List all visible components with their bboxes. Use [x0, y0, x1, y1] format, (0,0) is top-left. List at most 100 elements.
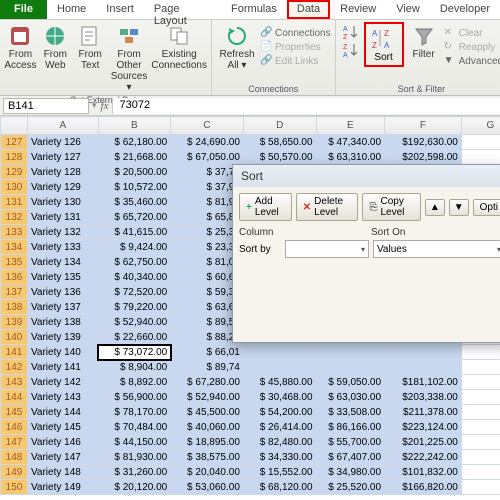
clear-button: ✕Clear: [444, 26, 500, 40]
table-row[interactable]: 143Variety 142$ 8,892.00$ 67,280.00$ 45,…: [1, 375, 500, 390]
sort-icon: AZZA: [370, 26, 398, 52]
clear-icon: ✕: [444, 27, 456, 39]
column-headers[interactable]: ABCDEFG: [1, 117, 500, 135]
name-box[interactable]: B141: [3, 98, 89, 114]
editlinks-button: 🔗Edit Links: [260, 54, 331, 68]
properties-button: 📄Properties: [260, 40, 331, 54]
table-row[interactable]: 148Variety 147$ 81,930.00$ 38,575.00$ 34…: [1, 450, 500, 465]
add-level-button[interactable]: +Add Level: [239, 193, 292, 221]
other-sources-icon: [117, 24, 141, 48]
sort-desc-button[interactable]: ZA: [342, 42, 360, 58]
copy-icon: ⎘: [369, 202, 377, 213]
dialog-title: Sort: [233, 165, 500, 187]
editlinks-label: Edit Links: [275, 56, 318, 67]
sortby-select[interactable]: ▾: [285, 240, 369, 258]
up-icon: ▲: [430, 202, 440, 213]
filter-icon: [412, 24, 436, 48]
fx-icon[interactable]: fx: [97, 100, 113, 112]
editlinks-icon: 🔗: [260, 55, 272, 67]
formula-bar: B141 ▾ fx 73072: [0, 96, 500, 116]
advanced-label: Advanced: [459, 56, 500, 67]
plus-icon: +: [246, 202, 252, 213]
table-row[interactable]: 150Variety 149$ 20,120.00$ 53,060.00$ 68…: [1, 480, 500, 495]
existing-conn-icon: [167, 24, 191, 48]
copy-level-button[interactable]: ⎘Copy Level: [362, 193, 420, 221]
svg-text:Z: Z: [343, 44, 348, 51]
table-row[interactable]: 145Variety 144$ 78,170.00$ 45,500.00$ 54…: [1, 405, 500, 420]
tab-pagelayout[interactable]: Page Layout: [144, 0, 221, 19]
sort-label: Sort: [374, 52, 392, 63]
properties-icon: 📄: [260, 41, 272, 53]
connections-button[interactable]: 🔗Connections: [260, 26, 331, 40]
group-label-sort: Sort & Filter: [340, 84, 500, 95]
from-web-label: From Web: [39, 49, 72, 71]
refresh-all-button[interactable]: Refresh All ▾: [216, 22, 258, 73]
table-row[interactable]: 147Variety 146$ 44,150.00$ 18,895.00$ 82…: [1, 435, 500, 450]
table-row[interactable]: 141Variety 140$ 73,072.00$ 66,01: [1, 345, 500, 360]
tab-insert[interactable]: Insert: [96, 0, 144, 19]
sort-asc-icon: AZ: [342, 24, 360, 40]
filter-label: Filter: [412, 49, 434, 60]
advanced-button[interactable]: ▼Advanced: [444, 54, 500, 68]
sort-desc-icon: ZA: [342, 42, 360, 58]
tab-view[interactable]: View: [386, 0, 430, 19]
from-access-label: From Access: [4, 49, 37, 71]
formula-input[interactable]: 73072: [112, 98, 500, 114]
svg-text:A: A: [372, 29, 378, 38]
col-header-column: Column: [239, 227, 369, 238]
from-other-label: From Other Sources ▾: [109, 49, 150, 93]
existing-conn-button[interactable]: Existing Connections: [151, 22, 207, 73]
from-web-button[interactable]: From Web: [39, 22, 72, 73]
access-icon: [8, 24, 32, 48]
web-icon: [43, 24, 67, 48]
tab-review[interactable]: Review: [330, 0, 386, 19]
ribbon: From Access From Web From Text From Othe…: [0, 20, 500, 96]
sorton-select[interactable]: Values▾: [373, 240, 500, 258]
svg-text:Z: Z: [343, 34, 348, 40]
tab-formulas[interactable]: Formulas: [221, 0, 287, 19]
sort-button[interactable]: AZZA Sort: [364, 22, 404, 67]
table-row[interactable]: 146Variety 145$ 70,484.00$ 40,060.00$ 26…: [1, 420, 500, 435]
from-other-button[interactable]: From Other Sources ▾: [109, 22, 150, 95]
table-row[interactable]: 127Variety 126$ 62,180.00$ 24,690.00$ 58…: [1, 135, 500, 150]
properties-label: Properties: [275, 42, 321, 53]
sort-dialog: Sort +Add Level ✕Delete Level ⎘Copy Leve…: [232, 164, 500, 343]
svg-text:Z: Z: [372, 41, 377, 50]
x-icon: ✕: [303, 202, 311, 213]
ribbon-tabs: File Home Insert Page Layout Formulas Da…: [0, 0, 500, 20]
group-connections: Refresh All ▾ 🔗Connections 📄Properties 🔗…: [212, 20, 336, 95]
text-icon: [78, 24, 102, 48]
reapply-icon: ↻: [444, 41, 456, 53]
tab-home[interactable]: Home: [47, 0, 96, 19]
refresh-icon: [225, 24, 249, 48]
from-access-button[interactable]: From Access: [4, 22, 37, 73]
copy-level-label: Copy Level: [380, 196, 413, 218]
connections-label: Connections: [275, 28, 331, 39]
delete-level-label: Delete Level: [314, 196, 351, 218]
sort-asc-button[interactable]: AZ: [342, 24, 360, 40]
svg-text:Z: Z: [384, 29, 389, 38]
sortby-label: Sort by: [239, 244, 281, 255]
tab-file[interactable]: File: [0, 0, 47, 19]
reapply-label: Reapply: [459, 42, 496, 53]
from-text-label: From Text: [74, 49, 107, 71]
tab-data[interactable]: Data: [287, 0, 330, 19]
tab-developer[interactable]: Developer: [430, 0, 500, 19]
down-icon: ▼: [454, 202, 464, 213]
move-up-button[interactable]: ▲: [425, 199, 445, 216]
reapply-button: ↻Reapply: [444, 40, 500, 54]
table-row[interactable]: 149Variety 148$ 31,260.00$ 20,040.00$ 15…: [1, 465, 500, 480]
delete-level-button[interactable]: ✕Delete Level: [296, 193, 359, 221]
advanced-icon: ▼: [444, 55, 456, 67]
col-header-sorton: Sort On: [371, 227, 405, 238]
table-row[interactable]: 128Variety 127$ 21,668.00$ 67,050.00$ 50…: [1, 150, 500, 165]
filter-button[interactable]: Filter: [406, 22, 442, 62]
sorton-value: Values: [377, 244, 407, 255]
table-row[interactable]: 142Variety 141$ 8,904.00$ 89,74: [1, 360, 500, 375]
move-down-button[interactable]: ▼: [449, 199, 469, 216]
options-button[interactable]: Opti: [473, 199, 500, 216]
from-text-button[interactable]: From Text: [74, 22, 107, 73]
table-row[interactable]: 144Variety 143$ 56,900.00$ 52,940.00$ 30…: [1, 390, 500, 405]
group-get-external-data: From Access From Web From Text From Othe…: [0, 20, 212, 95]
svg-text:A: A: [343, 26, 348, 33]
